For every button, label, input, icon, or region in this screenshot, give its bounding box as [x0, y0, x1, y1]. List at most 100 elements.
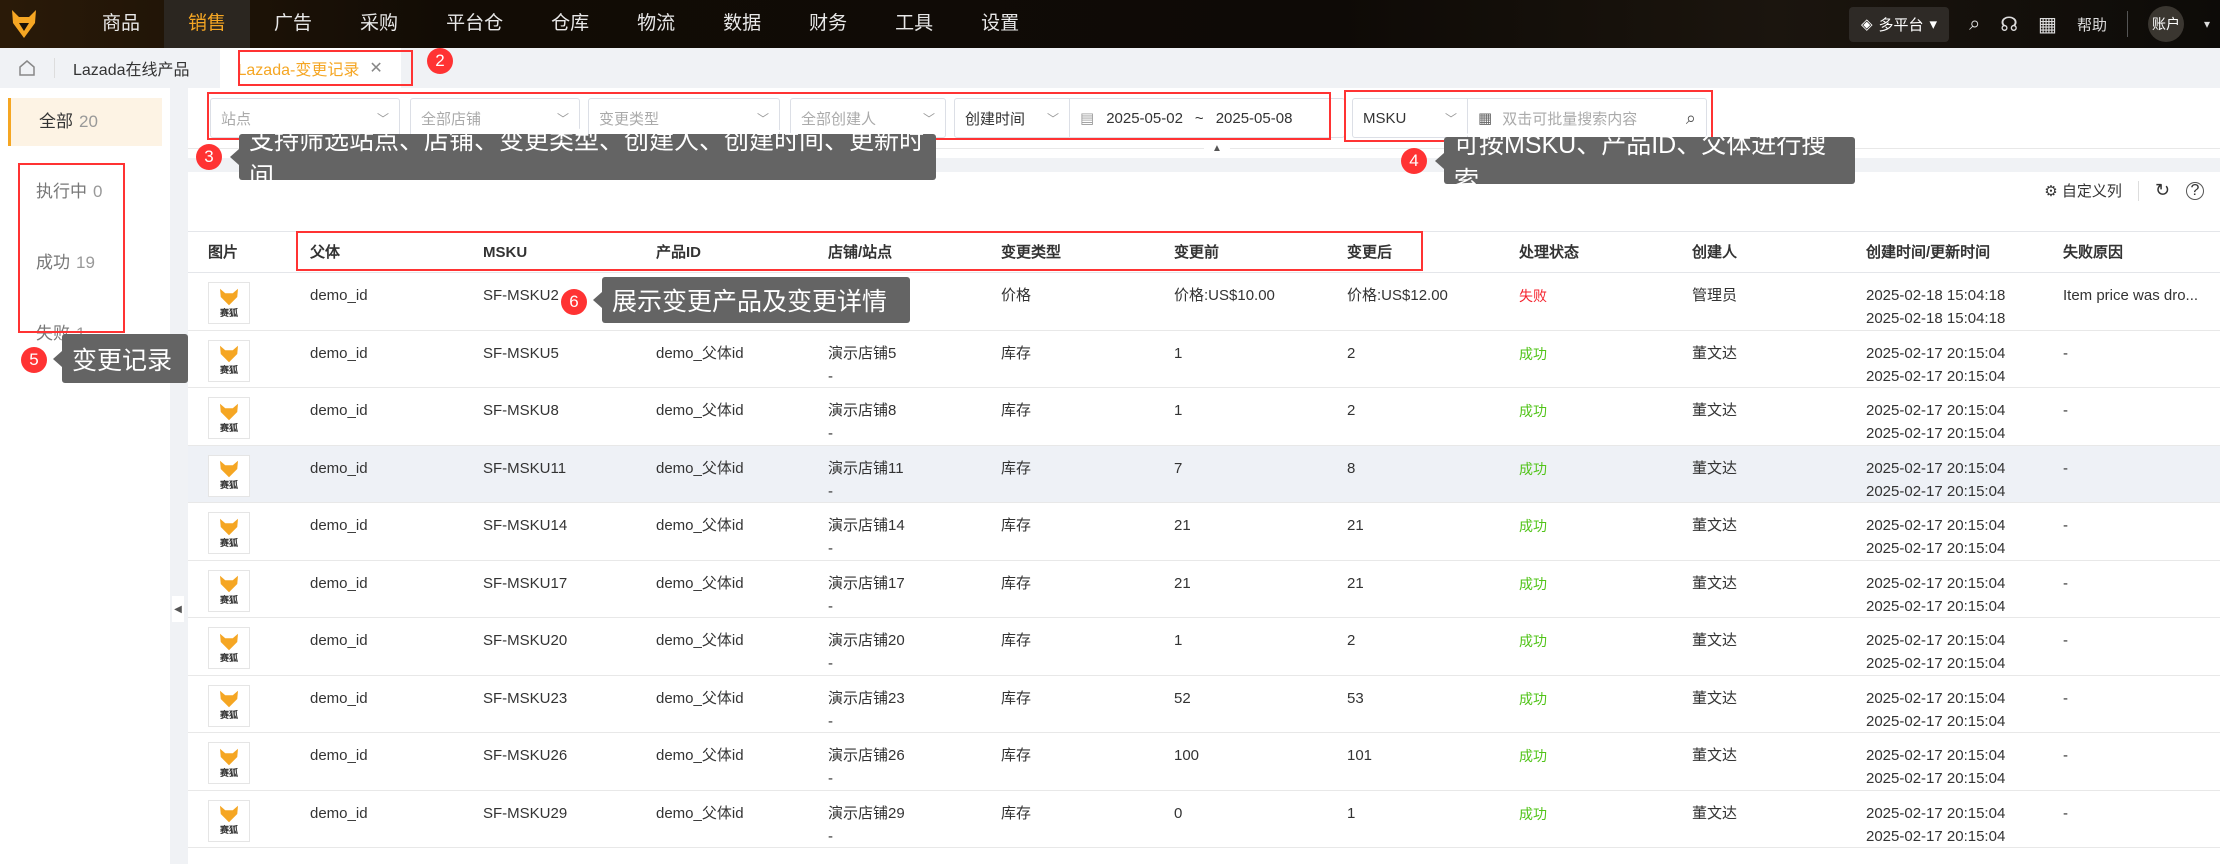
search-field-select[interactable]: MSKU ﹀: [1352, 98, 1468, 138]
fail-reason-value: -: [2063, 459, 2068, 477]
sidebar-item-all[interactable]: 全部 20: [8, 98, 162, 146]
cell-after: 2: [1347, 344, 1355, 364]
sidebar-item-success[interactable]: 成功 19: [8, 239, 162, 287]
main-panel: 站点 ﹀ 全部店铺 ﹀ 变更类型 ﹀ 全部创建人 ﹀ 创建时间 ﹀ ▤ 2025-05-02…: [188, 88, 2220, 864]
product-thumbnail[interactable]: 赛狐: [208, 282, 250, 324]
updated-value: 2025-02-17 20:15:04: [1866, 425, 2006, 442]
search-icon[interactable]: ⌕: [1969, 13, 1980, 36]
change-log-table: 图片 父体 MSKU 产品ID 店铺/站点 变更类型 变更前 变更后 处理状态 创建人 创建时间/更…: [188, 231, 2220, 848]
cell-product-id: demo_父体id: [656, 401, 744, 421]
shop-site-value: 演示店铺20: [828, 632, 905, 649]
help-circle-icon[interactable]: ?: [2186, 181, 2204, 200]
custom-columns-button[interactable]: ⚙ 自定义列: [2044, 180, 2122, 201]
refresh-icon[interactable]: ↻: [2155, 180, 2170, 201]
nav-item[interactable]: 数据: [699, 0, 785, 48]
nav-item[interactable]: 销售: [164, 0, 251, 48]
platform-switcher[interactable]: ◈ 多平台 ▾: [1848, 6, 1950, 42]
product-thumbnail[interactable]: 赛狐: [208, 512, 250, 554]
time-value: 2025-02-17 20:15:04: [1866, 344, 2006, 362]
table-row[interactable]: 赛狐 demo_id SF-MSKU26 demo_父体id 演示店铺26 - 库存 100 1…: [188, 733, 2220, 791]
fail-reason-value: Item price was dro...: [2063, 287, 2199, 304]
table-row[interactable]: 赛狐 demo_id SF-MSKU8 demo_父体id 演示店铺8 - 库存 1 2 成功 董文…: [188, 388, 2220, 446]
before-value: 52: [1174, 689, 1191, 707]
table-row[interactable]: 赛狐demo_idSF-MSKU2demo_父体id演示店铺2-价格价格:US$…: [188, 273, 2220, 331]
cell-time: 2025-02-17 20:15:04 2025-02-17 20:15:04: [1866, 344, 2005, 387]
cell-shop-site: 演示店铺20 -: [828, 631, 905, 674]
nav-item[interactable]: 设置: [957, 0, 1043, 48]
cell-shop-site: 演示店铺17 -: [828, 574, 905, 617]
cell-after: 101: [1347, 746, 1372, 766]
product-thumbnail[interactable]: 赛狐: [208, 454, 250, 497]
date-range-picker[interactable]: ▤ 2025-05-02 ~2025-05-08: [1069, 98, 1345, 138]
time-value: 2025-02-18 15:04:18: [1866, 287, 2006, 304]
home-tab[interactable]: [0, 48, 54, 88]
product-thumbnail[interactable]: 赛狐: [208, 684, 250, 727]
site-value: -: [828, 540, 833, 557]
close-icon[interactable]: ✕: [369, 58, 382, 78]
product-thumbnail[interactable]: 赛狐: [208, 742, 250, 784]
nav-item[interactable]: 物流: [613, 0, 699, 48]
cell-status: 成功: [1519, 631, 1547, 651]
cell-status: 成功: [1519, 344, 1547, 364]
thumb-text: 赛狐: [219, 767, 238, 778]
header-msku: MSKU: [483, 244, 528, 261]
sidebar-collapse-icon[interactable]: ◀: [172, 596, 184, 622]
placeholder: 站点: [221, 110, 252, 128]
nav-item[interactable]: 工具: [871, 0, 957, 48]
cell-product-id: demo_父体id: [656, 574, 744, 594]
cell-parent: demo_id: [310, 574, 368, 594]
msku-value: SF-MSKU29: [483, 804, 568, 822]
table-row[interactable]: 赛狐 demo_id SF-MSKU29 demo_父体id 演示店铺29 - 库存 0 1 成功…: [188, 791, 2220, 848]
product-thumbnail[interactable]: 赛狐: [208, 397, 250, 439]
apps-grid-icon[interactable]: ▦: [2038, 12, 2057, 37]
nav-item[interactable]: 平台仓: [422, 0, 527, 48]
header-before: 变更前: [1174, 244, 1220, 261]
filter-collapse-icon[interactable]: ▲: [1204, 143, 1230, 157]
cell-before: 21: [1174, 574, 1191, 594]
table-row[interactable]: 赛狐 demo_id SF-MSKU14 demo_父体id 演示店铺14 - 库存 21 21…: [188, 503, 2220, 561]
status-value: 成功: [1519, 345, 1547, 362]
parent-value: demo_id: [310, 747, 368, 764]
cell-product-id: demo_父体id: [656, 516, 744, 536]
cell-msku: SF-MSKU5: [483, 344, 559, 364]
cell-change-type: 库存: [1001, 516, 1031, 536]
cell-msku: SF-MSKU17: [483, 574, 567, 594]
product-thumbnail[interactable]: 赛狐: [208, 799, 250, 842]
nav-item[interactable]: 仓库: [527, 0, 613, 48]
help-link[interactable]: 帮助: [2077, 14, 2107, 35]
table-row[interactable]: 赛狐 demo_id SF-MSKU23 demo_父体id 演示店铺23 - 库存 52 53…: [188, 676, 2220, 733]
account-avatar[interactable]: 账户: [2147, 6, 2184, 42]
updated-value: 2025-02-17 20:15:04: [1866, 655, 2006, 672]
headset-icon[interactable]: ☊: [2000, 12, 2018, 37]
nav-item[interactable]: 财务: [785, 0, 871, 48]
fox-logo-icon: [220, 460, 238, 478]
product-id-value: demo_父体id: [656, 344, 744, 362]
tab-lazada-online-products[interactable]: Lazada在线产品: [55, 48, 208, 88]
cell-msku: SF-MSKU20: [483, 631, 567, 651]
time-type-select[interactable]: 创建时间 ﹀: [954, 98, 1070, 138]
caret-down-icon[interactable]: ▾: [2204, 17, 2210, 31]
chevron-down-icon: ﹀: [1046, 111, 1059, 126]
nav-item[interactable]: 商品: [78, 0, 164, 48]
product-thumbnail[interactable]: 赛狐: [208, 569, 250, 612]
cell-change-type: 库存: [1001, 804, 1031, 824]
table-row[interactable]: 赛狐 demo_id SF-MSKU11 demo_父体id 演示店铺11 - 库存 7 8 成功…: [188, 445, 2220, 503]
table-row[interactable]: 赛狐 demo_id SF-MSKU5 demo_父体id 演示店铺5 - 库存 1 2 成功 董文…: [188, 331, 2220, 388]
header-fail-reason: 失败原因: [2063, 244, 2124, 261]
product-thumbnail[interactable]: 赛狐: [208, 339, 250, 382]
table-row[interactable]: 赛狐 demo_id SF-MSKU20 demo_父体id 演示店铺20 - 库存 1 2 成功…: [188, 618, 2220, 676]
tab-lazada-change-log[interactable]: Lazada-变更记录 ✕: [219, 48, 401, 88]
sidebar-item-running[interactable]: 执行中 0: [8, 168, 162, 216]
cell-msku: SF-MSKU29: [483, 804, 567, 824]
cell-fail-reason: -: [2063, 574, 2068, 594]
nav-item[interactable]: 广告: [250, 0, 336, 48]
product-thumbnail[interactable]: 赛狐: [208, 627, 250, 669]
label: 成功: [36, 253, 70, 272]
shop-site-value: 演示店铺23: [828, 689, 905, 707]
logo-fox-icon[interactable]: [0, 0, 48, 48]
site-value: -: [828, 655, 833, 672]
thumb-text: 赛狐: [219, 825, 238, 835]
table-row[interactable]: 赛狐 demo_id SF-MSKU17 demo_父体id 演示店铺17 - 库存 21 21…: [188, 561, 2220, 618]
after-value: 2: [1347, 402, 1356, 419]
nav-item[interactable]: 采购: [336, 0, 422, 48]
